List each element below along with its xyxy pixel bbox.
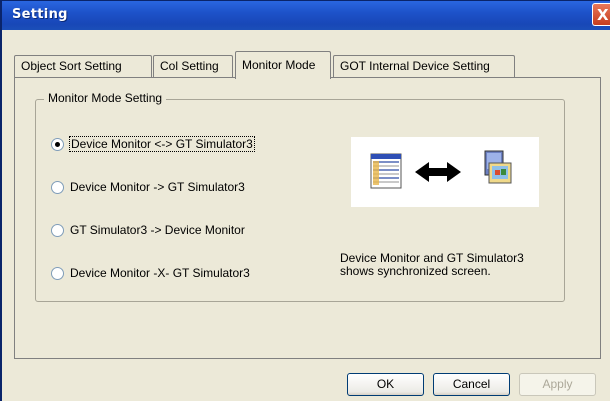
radio-label: Device Monitor -> GT Simulator3	[70, 180, 245, 194]
setting-dialog: Setting X Object Sort Setting Col Settin…	[0, 0, 610, 401]
description-line-2: shows synchronized screen.	[340, 264, 491, 278]
close-icon: X	[597, 6, 609, 24]
window-title: Setting	[12, 7, 68, 22]
apply-button[interactable]: Apply	[519, 373, 596, 396]
tab-col-setting[interactable]: Col Setting	[153, 55, 233, 77]
groupbox-title: Monitor Mode Setting	[44, 91, 167, 105]
cancel-button[interactable]: Cancel	[433, 373, 510, 396]
radio-option-no-sync[interactable]: Device Monitor -X- GT Simulator3	[51, 264, 250, 282]
radio-button[interactable]	[51, 266, 64, 280]
close-button[interactable]: X	[592, 3, 610, 26]
ok-button[interactable]: OK	[347, 373, 424, 396]
tab-label: Object Sort Setting	[21, 59, 122, 73]
radio-button[interactable]	[51, 180, 64, 194]
tab-got-internal-device-setting[interactable]: GOT Internal Device Setting	[333, 55, 515, 77]
radio-label: GT Simulator3 -> Device Monitor	[70, 223, 245, 237]
radio-option-bidirectional[interactable]: Device Monitor <-> GT Simulator3	[51, 135, 255, 153]
tab-label: Col Setting	[160, 59, 219, 73]
radio-option-monitor-to-simulator[interactable]: Device Monitor -> GT Simulator3	[51, 178, 245, 196]
tab-label: GOT Internal Device Setting	[340, 59, 490, 73]
title-bar[interactable]: Setting X	[2, 1, 610, 30]
device-monitor-icon	[370, 153, 402, 189]
gt-simulator-icon	[484, 150, 512, 184]
tab-object-sort-setting[interactable]: Object Sort Setting	[14, 55, 152, 77]
mode-preview-image	[351, 137, 539, 207]
radio-button[interactable]	[51, 223, 64, 237]
tab-monitor-mode[interactable]: Monitor Mode	[235, 51, 331, 79]
double-arrow-icon	[415, 162, 461, 182]
radio-option-simulator-to-monitor[interactable]: GT Simulator3 -> Device Monitor	[51, 221, 245, 239]
radio-label: Device Monitor <-> GT Simulator3	[69, 136, 255, 152]
radio-button[interactable]	[51, 137, 64, 151]
tab-label: Monitor Mode	[242, 58, 316, 72]
mode-description: Device Monitor and GT Simulator3 shows s…	[340, 252, 524, 278]
radio-label: Device Monitor -X- GT Simulator3	[70, 266, 250, 280]
